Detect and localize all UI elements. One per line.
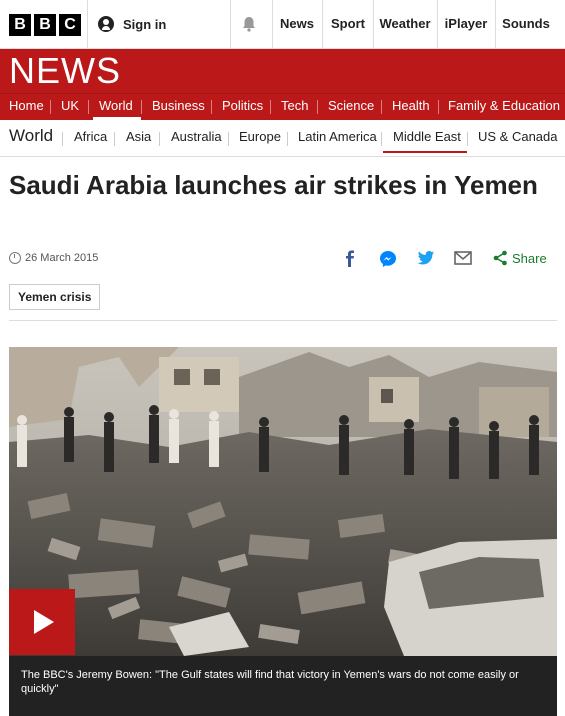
bell-icon[interactable] — [240, 15, 258, 33]
divider — [114, 132, 115, 146]
main-nav: Home UK World Business Politics Tech Sci… — [0, 93, 565, 120]
email-icon[interactable] — [454, 250, 472, 266]
divider — [88, 100, 89, 114]
article-date: 26 March 2015 — [9, 252, 98, 264]
divider — [381, 100, 382, 114]
clock-icon — [9, 252, 21, 264]
nav-politics[interactable]: Politics — [222, 94, 263, 120]
messenger-icon[interactable] — [379, 250, 397, 268]
media-caption: The BBC's Jeremy Bowen: "The Gulf states… — [9, 656, 557, 716]
subnav-asia[interactable]: Asia — [126, 129, 151, 144]
topnav-weather[interactable]: Weather — [374, 0, 436, 48]
divider — [438, 100, 439, 114]
topnav-sport[interactable]: Sport — [323, 0, 373, 48]
topnav-sounds[interactable]: Sounds — [496, 0, 556, 48]
facebook-icon[interactable] — [343, 250, 357, 268]
divider — [230, 0, 231, 48]
twitter-icon[interactable] — [417, 250, 435, 266]
topnav-news[interactable]: News — [273, 0, 321, 48]
article-headline: Saudi Arabia launches air strikes in Yem… — [9, 170, 538, 200]
topic-tag[interactable]: Yemen crisis — [9, 284, 101, 310]
subnav-active-indicator — [383, 151, 467, 153]
nav-uk[interactable]: UK — [61, 94, 79, 120]
nav-health[interactable]: Health — [392, 94, 430, 120]
nav-home[interactable]: Home — [9, 94, 44, 120]
nav-tech[interactable]: Tech — [281, 94, 308, 120]
nav-science[interactable]: Science — [328, 94, 374, 120]
news-banner: NEWS — [0, 49, 565, 93]
divider — [317, 100, 318, 114]
article-media-image[interactable] — [9, 347, 557, 656]
divider — [50, 100, 51, 114]
bbc-logo[interactable]: B B C — [9, 14, 81, 36]
global-header: B B C Sign in News Sport Weather iPlayer… — [0, 0, 565, 49]
divider — [270, 100, 271, 114]
subnav-africa[interactable]: Africa — [74, 129, 107, 144]
signin-label: Sign in — [123, 16, 167, 32]
subnav-australia[interactable]: Australia — [171, 129, 222, 144]
user-icon — [98, 16, 114, 32]
play-icon — [34, 610, 54, 634]
divider — [287, 132, 288, 146]
subnav-latin-america[interactable]: Latin America — [298, 129, 377, 144]
divider — [159, 132, 160, 146]
rubble-scene-image — [9, 347, 557, 656]
play-button[interactable] — [9, 589, 75, 655]
signin-button[interactable]: Sign in — [98, 16, 166, 32]
date-text: 26 March 2015 — [25, 252, 99, 264]
subnav-europe[interactable]: Europe — [239, 129, 281, 144]
section-nav: World Africa Asia Australia Europe Latin… — [0, 120, 565, 157]
divider — [9, 320, 557, 321]
nav-business[interactable]: Business — [152, 94, 205, 120]
nav-family-education[interactable]: Family & Education — [448, 94, 560, 120]
subnav-us-canada[interactable]: US & Canada — [478, 129, 558, 144]
divider — [211, 100, 212, 114]
divider — [381, 132, 382, 146]
share-button[interactable]: Share — [512, 251, 547, 266]
share-icon[interactable] — [493, 250, 508, 266]
subnav-middle-east[interactable]: Middle East — [393, 129, 461, 144]
divider — [62, 132, 63, 146]
divider — [141, 100, 142, 114]
section-title[interactable]: World — [9, 126, 53, 146]
divider — [467, 132, 468, 146]
divider — [87, 0, 88, 48]
news-logo[interactable]: NEWS — [9, 49, 121, 93]
divider — [228, 132, 229, 146]
topnav-iplayer[interactable]: iPlayer — [438, 0, 494, 48]
